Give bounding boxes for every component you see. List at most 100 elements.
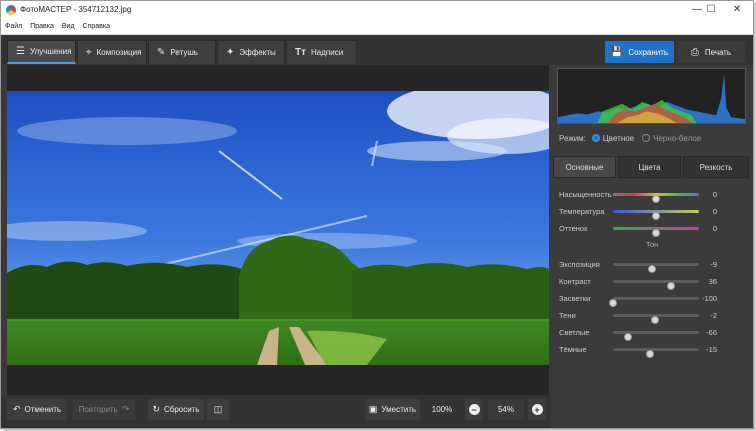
slider-handle[interactable] xyxy=(645,350,654,358)
redo-icon: ↷ xyxy=(121,404,130,414)
slider-contrast[interactable]: Контраст 36 xyxy=(551,274,753,290)
brush-icon: ✎ xyxy=(157,47,166,58)
slider-handle[interactable] xyxy=(667,282,676,290)
undo-label: Отменить xyxy=(24,405,62,414)
tab-label: Эффекты xyxy=(239,48,276,57)
slider-highlights[interactable]: Засветки -100 xyxy=(551,291,753,307)
slider-value: 0 xyxy=(712,190,717,199)
radio-bw[interactable] xyxy=(642,134,651,142)
tab-enhance[interactable]: ☰ Улучшения xyxy=(7,40,76,64)
radio-color[interactable] xyxy=(591,134,600,142)
tab-effects[interactable]: ✦ Эффекты xyxy=(217,40,285,64)
sliders-icon: ☰ xyxy=(16,46,25,57)
slider-label: Контраст xyxy=(559,277,591,286)
slider-handle[interactable] xyxy=(651,316,660,324)
slider-label: Засветки xyxy=(559,294,591,303)
slider-value: 36 xyxy=(708,277,717,286)
reset-label: Сбросить xyxy=(163,405,200,414)
app-logo-icon xyxy=(6,4,16,15)
app-window: ФотоМАСТЕР - 354712132.jpg — ☐ ✕ Файл Пр… xyxy=(0,0,754,429)
slider-tint[interactable]: Оттенок 0 xyxy=(551,221,753,237)
adjustment-tabs: Основные Цвета Резкость xyxy=(553,156,749,178)
slider-value: -2 xyxy=(710,311,717,320)
reset-button[interactable]: ↻ Сбросить xyxy=(148,399,204,420)
zoom-out-button[interactable]: − xyxy=(465,399,483,420)
mode-color-label[interactable]: Цветное xyxy=(603,134,634,143)
tab-colors[interactable]: Цвета xyxy=(618,156,681,178)
zoom-level: 54% xyxy=(488,399,524,420)
tab-retouch[interactable]: ✎ Ретушь xyxy=(148,40,216,64)
plus-icon: + xyxy=(531,404,543,415)
slider-exposure[interactable]: Экспозиция -9 xyxy=(551,257,753,273)
compare-button[interactable]: ◫ xyxy=(207,399,229,420)
menu-edit[interactable]: Правка xyxy=(30,23,54,30)
crop-icon: ⌖ xyxy=(86,47,92,58)
tab-basic[interactable]: Основные xyxy=(553,156,616,178)
print-button[interactable]: ⎙ Печать xyxy=(677,41,745,63)
print-label: Печать xyxy=(704,47,732,57)
zoom-in-button[interactable]: + xyxy=(528,399,546,420)
main-toolbar: ☰ Улучшения ⌖ Композиция ✎ Ретушь ✦ Эффе… xyxy=(1,35,753,65)
fit-screen-icon: ▣ xyxy=(368,404,378,414)
mode-bw-label[interactable]: Черно-белое xyxy=(653,134,701,143)
slider-shadows[interactable]: Тени -2 xyxy=(551,308,753,324)
image-canvas[interactable] xyxy=(7,65,549,395)
photo-preview xyxy=(7,91,549,365)
tab-label: Композиция xyxy=(96,48,142,57)
bottom-toolbar: ↶ Отменить Повторить ↷ ↻ Сбросить ◫ ▣ Ум… xyxy=(1,395,551,428)
slider-value: -15 xyxy=(706,345,717,354)
slider-handle[interactable] xyxy=(648,265,657,273)
menu-help[interactable]: Справка xyxy=(83,23,110,30)
magic-wand-icon: ✦ xyxy=(226,47,235,58)
undo-icon: ↶ xyxy=(12,404,21,414)
tab-label: Улучшения xyxy=(29,47,72,56)
slider-saturation[interactable]: Насыщенность 0 xyxy=(551,187,753,203)
slider-handle[interactable] xyxy=(652,229,660,237)
reset-icon: ↻ xyxy=(152,404,160,414)
adjustments-panel: Режим: Цветное Черно-белое Основные Цвет… xyxy=(551,65,753,428)
slider-handle[interactable] xyxy=(652,195,660,203)
maximize-icon[interactable]: ☐ xyxy=(697,1,725,18)
tab-composition[interactable]: ⌖ Композиция xyxy=(77,40,147,64)
slider-label: Насыщенность xyxy=(559,190,612,199)
slider-value: 0 xyxy=(712,224,717,233)
slider-label: Температура xyxy=(559,207,605,216)
close-icon[interactable]: ✕ xyxy=(723,1,751,18)
slider-label: Тени xyxy=(559,311,576,320)
zoom-100-label: 100% xyxy=(431,405,453,414)
tab-sharpness[interactable]: Резкость xyxy=(683,156,749,178)
menu-file[interactable]: Файл xyxy=(5,23,22,30)
compare-icon: ◫ xyxy=(213,404,223,414)
slider-handle[interactable] xyxy=(623,333,632,341)
menu-view[interactable]: Вид xyxy=(62,23,75,30)
fit-button[interactable]: ▣ Уместить xyxy=(365,399,420,420)
zoom-100-button[interactable]: 100% xyxy=(425,399,459,420)
slider-value: -100 xyxy=(701,294,717,303)
slider-temperature[interactable]: Температура 0 xyxy=(551,204,753,220)
zoom-value: 54% xyxy=(497,405,514,414)
slider-value: -9 xyxy=(710,260,717,269)
save-button[interactable]: 💾 Сохранить xyxy=(605,41,674,63)
redo-button[interactable]: Повторить ↷ xyxy=(73,399,135,420)
tab-label: Ретушь xyxy=(170,48,198,57)
printer-icon: ⎙ xyxy=(690,46,699,58)
undo-button[interactable]: ↶ Отменить xyxy=(7,399,67,420)
redo-label: Повторить xyxy=(78,405,118,414)
slider-label: Светлые xyxy=(559,328,590,337)
window-title: ФотоМАСТЕР - 354712132.jpg xyxy=(20,5,132,14)
slider-handle[interactable] xyxy=(609,299,617,307)
slider-value: -66 xyxy=(706,328,717,337)
slider-blacks[interactable]: Тёмные -15 xyxy=(551,342,753,358)
slider-whites[interactable]: Светлые -66 xyxy=(551,325,753,341)
slider-label: Экспозиция xyxy=(559,260,600,269)
menu-bar: Файл Правка Вид Справка xyxy=(1,18,753,35)
slider-value: 0 xyxy=(712,207,717,216)
minus-icon: − xyxy=(468,404,480,415)
slider-handle[interactable] xyxy=(652,212,660,220)
tab-label: Надписи xyxy=(311,48,344,57)
mode-label: Режим: xyxy=(559,133,586,143)
mode-selector: Режим: Цветное Черно-белое xyxy=(559,131,701,145)
title-bar: ФотоМАСТЕР - 354712132.jpg — ☐ ✕ xyxy=(1,1,753,18)
tab-text[interactable]: Tт Надписи xyxy=(286,40,357,64)
text-icon: Tт xyxy=(295,47,307,58)
